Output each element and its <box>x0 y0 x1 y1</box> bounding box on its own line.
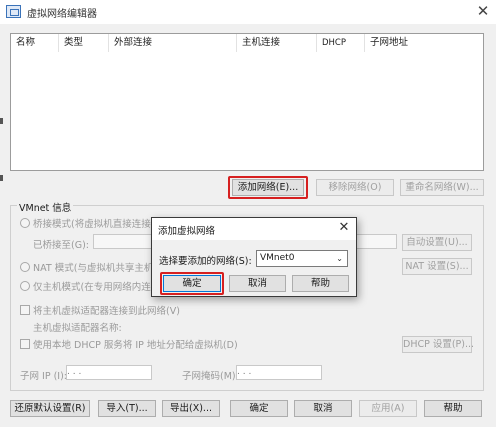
add-network-dialog: 添加虚拟网络 ✕ 选择要添加的网络(S): VMnet0 ⌄ 确定 取消 帮助 <box>151 217 357 297</box>
dialog-title: 添加虚拟网络 <box>158 226 216 237</box>
chevron-down-icon: ⌄ <box>336 254 343 263</box>
host-only-label: 仅主机模式(在专用网络内连 <box>33 282 151 293</box>
network-editor-icon <box>6 5 21 18</box>
cancel-button[interactable]: 取消 <box>294 400 352 417</box>
left-edge-fragment <box>0 175 3 181</box>
nat-mode-label: NAT 模式(与虚拟机共享主机 <box>33 263 154 274</box>
apply-button[interactable]: 应用(A) <box>359 400 417 417</box>
help-button[interactable]: 帮助 <box>424 400 482 417</box>
column-header-subnet[interactable]: 子网地址 <box>365 34 483 52</box>
column-header-host[interactable]: 主机连接 <box>237 34 317 52</box>
host-only-radio[interactable] <box>20 281 30 291</box>
column-header-external[interactable]: 外部连接 <box>109 34 237 52</box>
rename-network-button[interactable]: 重命名网络(W)... <box>400 179 484 196</box>
vmnet-info-legend: VMnet 信息 <box>17 200 74 214</box>
import-button[interactable]: 导入(T)... <box>98 400 156 417</box>
connect-adapter-checkbox[interactable] <box>20 305 30 315</box>
local-dhcp-checkbox[interactable] <box>20 339 30 349</box>
network-select-value: VMnet0 <box>260 253 295 263</box>
bridged-mode-radio[interactable] <box>20 218 30 228</box>
subnet-mask-label: 子网掩码(M): <box>182 371 239 382</box>
nat-settings-button[interactable]: NAT 设置(S)... <box>402 258 472 275</box>
network-select[interactable]: VMnet0 ⌄ <box>256 250 348 267</box>
subnet-ip-field[interactable]: . . . <box>66 365 152 380</box>
ok-button[interactable]: 确定 <box>230 400 288 417</box>
subnet-mask-field[interactable]: . . . <box>236 365 322 380</box>
network-table[interactable]: 名称 类型 外部连接 主机连接 DHCP 子网地址 <box>10 33 484 171</box>
column-header-dhcp[interactable]: DHCP <box>317 34 365 52</box>
bridged-mode-label: 桥接模式(将虚拟机直接连接 <box>33 219 151 230</box>
left-edge-fragment <box>0 118 3 124</box>
auto-settings-button[interactable]: 自动设置(U)... <box>402 234 472 251</box>
export-button[interactable]: 导出(X)... <box>162 400 220 417</box>
dialog-close-button[interactable]: ✕ <box>336 220 352 236</box>
local-dhcp-label: 使用本地 DHCP 服务将 IP 地址分配给虚拟机(D) <box>33 340 238 351</box>
column-header-type[interactable]: 类型 <box>59 34 109 52</box>
highlight-box <box>228 176 308 199</box>
connect-adapter-label: 将主机虚拟适配器连接到此网络(V) <box>33 306 180 317</box>
nat-mode-radio[interactable] <box>20 262 30 272</box>
restore-defaults-button[interactable]: 还原默认设置(R) <box>10 400 90 417</box>
window-title: 虚拟网络编辑器 <box>27 9 97 20</box>
adapter-name-label: 主机虚拟适配器名称: <box>33 323 122 334</box>
dhcp-settings-button[interactable]: DHCP 设置(P)... <box>402 336 474 353</box>
subnet-ip-label: 子网 IP (I): <box>20 371 67 382</box>
bridged-to-label: 已桥接至(G): <box>33 240 89 251</box>
dialog-cancel-button[interactable]: 取消 <box>229 275 286 292</box>
remove-network-button[interactable]: 移除网络(O) <box>316 179 394 196</box>
highlight-box <box>160 272 224 295</box>
column-header-name[interactable]: 名称 <box>11 34 59 52</box>
network-select-label: 选择要添加的网络(S): <box>159 256 252 267</box>
window-close-button[interactable]: ✕ <box>474 2 492 20</box>
dialog-help-button[interactable]: 帮助 <box>292 275 349 292</box>
